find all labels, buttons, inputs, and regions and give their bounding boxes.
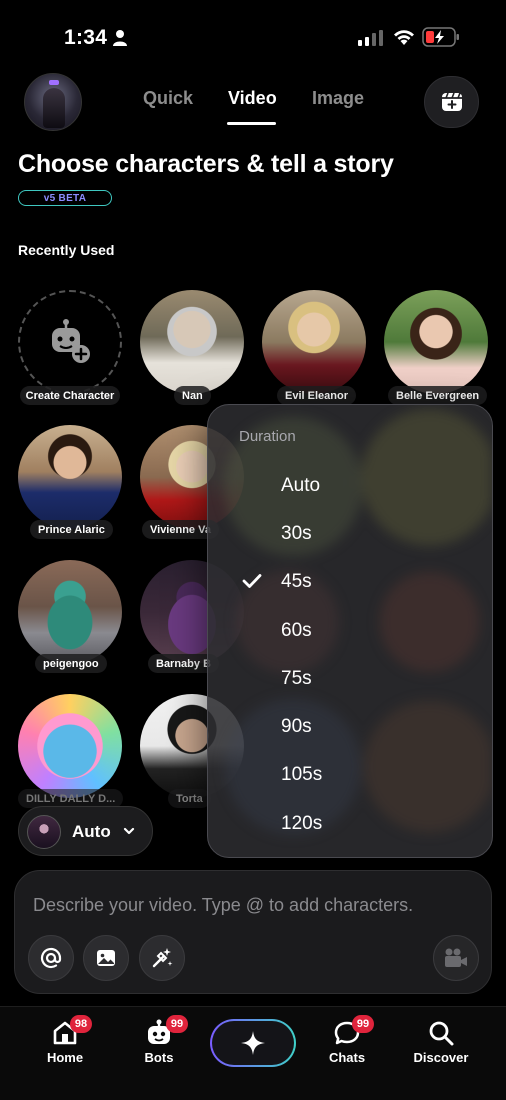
duration-option-label: 120s: [281, 813, 323, 834]
wifi-icon: [394, 30, 414, 45]
version-badge: v5 BETA: [18, 190, 112, 206]
model-thumbnail: [27, 815, 61, 849]
character-label: Belle Evergreen: [388, 386, 488, 405]
prompt-composer: [14, 870, 492, 994]
robot-add-icon: [52, 319, 90, 363]
mention-button[interactable]: [28, 935, 74, 981]
image-icon: [97, 950, 115, 966]
add-image-button[interactable]: [83, 935, 129, 981]
bottom-navigation: 98 Home 99 Bots 99 Chats Discover: [0, 1006, 506, 1100]
notification-badge: 99: [166, 1015, 188, 1033]
duration-option-60s[interactable]: 60s: [208, 608, 492, 654]
duration-option-label: 45s: [281, 571, 312, 592]
model-selector-value: Auto: [72, 822, 111, 841]
character-label: Torta: [168, 789, 211, 808]
character-label: Nan: [174, 386, 211, 405]
checkmark-icon: [242, 574, 262, 588]
active-tab-indicator: [227, 122, 276, 125]
tab-video[interactable]: Video: [228, 88, 277, 109]
create-character-button[interactable]: [18, 290, 122, 394]
duration-option-120s[interactable]: 120s: [208, 801, 492, 847]
clapperboard-plus-icon: [441, 92, 462, 111]
duration-option-30s[interactable]: 30s: [208, 511, 492, 557]
status-time: 1:34: [64, 26, 108, 49]
character-label: Create Character: [20, 386, 120, 405]
character-avatar-evil-eleanor[interactable]: [262, 290, 366, 394]
character-avatar-nan[interactable]: [140, 290, 244, 394]
duration-option-label: 90s: [281, 716, 312, 737]
duration-option-auto[interactable]: Auto: [208, 463, 492, 509]
duration-menu: Duration Auto 30s 45s 60s 75s 90s 105s 1…: [207, 404, 493, 858]
tab-quick[interactable]: Quick: [143, 88, 193, 109]
character-avatar-dilly-dally[interactable]: [18, 694, 122, 798]
notification-badge: 98: [70, 1015, 92, 1033]
model-selector[interactable]: Auto: [18, 806, 153, 856]
nav-chats[interactable]: 99 Chats: [302, 1007, 392, 1087]
nav-bots[interactable]: 99 Bots: [114, 1007, 204, 1087]
page-title: Choose characters & tell a story: [18, 150, 394, 178]
video-description-input[interactable]: [33, 895, 473, 916]
duration-option-105s[interactable]: 105s: [208, 752, 492, 798]
nav-discover[interactable]: Discover: [396, 1007, 486, 1087]
duration-option-45s[interactable]: 45s: [208, 559, 492, 605]
duration-option-label: Auto: [281, 475, 321, 496]
character-avatar-prince-alaric[interactable]: [18, 425, 122, 529]
search-icon: [429, 1021, 454, 1046]
duration-option-75s[interactable]: 75s: [208, 656, 492, 702]
character-label: Prince Alaric: [30, 520, 113, 539]
generate-video-button[interactable]: [433, 935, 479, 981]
character-avatar-belle-evergreen[interactable]: [384, 290, 488, 394]
duration-option-label: 75s: [281, 668, 312, 689]
cellular-signal-icon: [358, 30, 383, 46]
character-label: peigengoo: [35, 654, 107, 673]
battery-low-charging-icon: [422, 27, 459, 47]
character-avatar-peigengoo[interactable]: [18, 560, 122, 664]
nav-label: Chats: [328, 1050, 366, 1065]
notification-badge: 99: [352, 1015, 374, 1033]
new-clip-button[interactable]: [424, 76, 479, 128]
create-button[interactable]: [210, 1019, 296, 1067]
duration-option-90s[interactable]: 90s: [208, 704, 492, 750]
magic-enhance-button[interactable]: [139, 935, 185, 981]
person-icon: [113, 30, 127, 46]
nav-home[interactable]: 98 Home: [20, 1007, 110, 1087]
avatar-crown-decoration: [49, 80, 59, 85]
recently-used-heading: Recently Used: [18, 242, 115, 258]
character-label: Evil Eleanor: [277, 386, 356, 405]
video-camera-icon: [445, 948, 467, 967]
magic-wand-icon: [152, 948, 173, 968]
nav-label: Home: [46, 1050, 84, 1065]
duration-menu-title: Duration: [239, 428, 296, 445]
sparkle-icon: [241, 1031, 265, 1055]
duration-option-label: 105s: [281, 764, 323, 785]
chevron-down-icon: [123, 827, 135, 835]
at-sign-icon: [40, 947, 62, 969]
nav-label: Bots: [144, 1050, 174, 1065]
nav-label: Discover: [413, 1050, 469, 1065]
duration-option-label: 30s: [281, 523, 312, 544]
status-bar: 1:34: [0, 0, 506, 72]
tab-image[interactable]: Image: [312, 88, 364, 109]
duration-option-label: 60s: [281, 620, 312, 641]
